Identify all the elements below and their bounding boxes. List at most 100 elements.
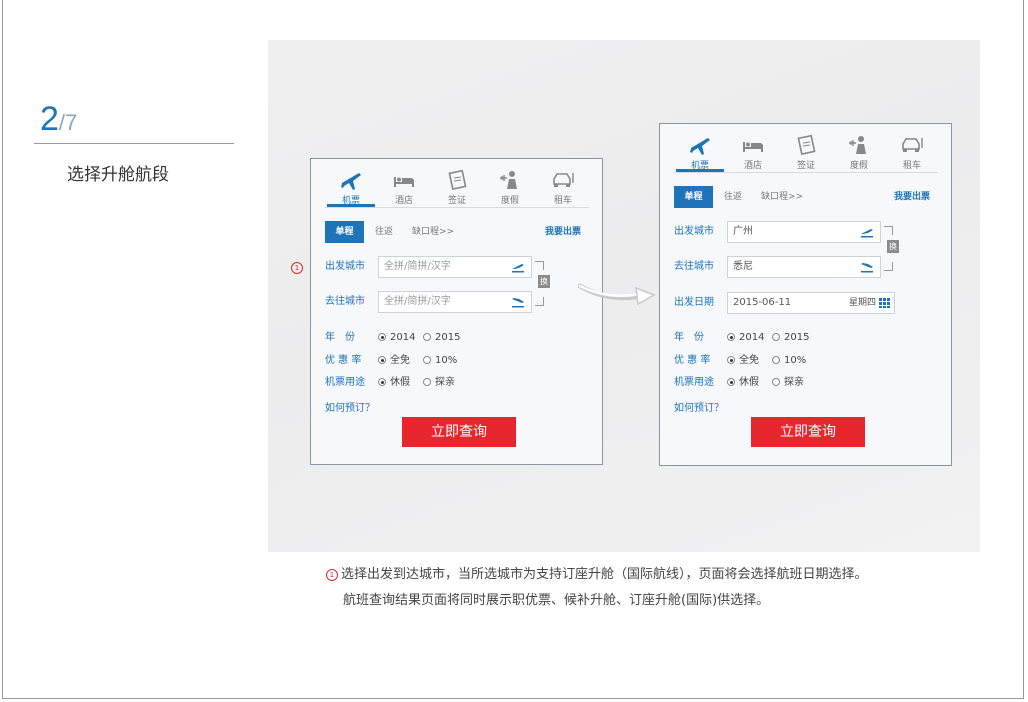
option-text: 全免 — [739, 355, 759, 366]
how-to-book-link[interactable]: 如何预订？ — [674, 399, 724, 414]
arrive-city-input[interactable]: 悉尼 — [727, 256, 881, 278]
how-to-book-link[interactable]: 如何预订？ — [325, 399, 375, 414]
swap-line-top — [884, 226, 893, 235]
radio-checked[interactable] — [727, 356, 735, 364]
year-option-2015[interactable]: 2015 — [423, 328, 460, 348]
tab-vacation[interactable]: 度假 — [484, 165, 536, 207]
year-row: 年 份 2014 2015 — [674, 328, 938, 348]
depart-date-input[interactable]: 2015-06-11 星期四 — [727, 292, 895, 314]
landing-icon — [861, 263, 873, 273]
option-text: 探亲 — [784, 377, 804, 388]
purpose-option-vacation[interactable]: 休假 — [727, 373, 759, 393]
purpose-row: 机票用途 休假 探亲 — [325, 373, 589, 393]
option-text: 休假 — [390, 377, 410, 388]
tab-label: 租车 — [902, 161, 921, 171]
depart-city-value: 广州 — [733, 226, 753, 237]
depart-city-input[interactable]: 广州 — [727, 221, 881, 243]
purpose-option-vacation[interactable]: 休假 — [378, 373, 410, 393]
car-icon — [553, 173, 574, 187]
radio-checked[interactable] — [378, 378, 386, 386]
tab-label: 度假 — [849, 161, 868, 171]
issue-ticket-link[interactable]: 我要出票 — [894, 186, 930, 208]
discount-row: 优 惠 率 全免 10% — [325, 351, 589, 371]
year-option-2014[interactable]: 2014 — [727, 328, 764, 348]
search-button[interactable]: 立即查询 — [402, 417, 516, 447]
swap-line-top — [535, 261, 544, 270]
step-title: 选择升舱航段 — [67, 165, 169, 185]
radio-checked[interactable] — [727, 333, 735, 341]
radio-unchecked[interactable] — [423, 333, 431, 341]
tab-flight[interactable]: 机票 — [325, 165, 377, 207]
visa-icon — [448, 169, 467, 191]
swap-button[interactable]: 换 — [887, 240, 899, 253]
calendar-icon[interactable] — [879, 298, 890, 308]
radio-unchecked[interactable] — [772, 333, 780, 341]
radio-checked[interactable] — [727, 378, 735, 386]
depart-city-input[interactable]: 全拼/简拼/汉字 — [378, 256, 532, 278]
option-text: 2014 — [739, 332, 765, 343]
purpose-option-family[interactable]: 探亲 — [772, 373, 804, 393]
trip-oneway[interactable]: 单程 — [325, 221, 364, 243]
vacation-icon — [849, 136, 866, 154]
bed-icon — [394, 177, 414, 187]
depart-placeholder: 全拼/简拼/汉字 — [384, 261, 451, 272]
arrive-city-input[interactable]: 全拼/简拼/汉字 — [378, 291, 532, 313]
tab-car[interactable]: 租车 — [537, 165, 589, 207]
radio-unchecked[interactable] — [772, 356, 780, 364]
trip-roundtrip[interactable]: 往返 — [375, 221, 393, 243]
vacation-icon — [500, 171, 517, 189]
date-label: 出发日期 — [674, 297, 714, 308]
tab-label: 机票 — [341, 196, 360, 206]
caption-line-1: 1 选择出发到达城市，当所选城市为支持订座升舱（国际航线），页面将会选择航班日期选… — [326, 562, 868, 588]
radio-unchecked[interactable] — [423, 356, 431, 364]
tab-visa[interactable]: 签证 — [780, 130, 832, 172]
swap-button[interactable]: 换 — [538, 275, 550, 288]
search-button[interactable]: 立即查询 — [751, 417, 865, 447]
radio-unchecked[interactable] — [772, 378, 780, 386]
issue-ticket-link[interactable]: 我要出票 — [545, 221, 581, 243]
year-label: 年 份 — [674, 332, 704, 343]
purpose-option-family[interactable]: 探亲 — [423, 373, 455, 393]
tab-label: 签证 — [796, 161, 815, 171]
trip-oneway[interactable]: 单程 — [674, 186, 713, 208]
tab-hotel[interactable]: 酒店 — [727, 130, 779, 172]
tab-label: 机票 — [690, 161, 709, 171]
tab-car[interactable]: 租车 — [886, 130, 938, 172]
discount-option-10[interactable]: 10% — [772, 351, 806, 371]
year-option-2015[interactable]: 2015 — [772, 328, 809, 348]
booking-panel-filled: 机票 酒店 签证 度假 租车 单程 往返 缺口程>> 我要出票 出发城市 广州 — [659, 123, 952, 466]
swap-cities[interactable]: 换 — [535, 259, 550, 309]
option-text: 10% — [784, 355, 807, 366]
trip-multicity[interactable]: 缺口程>> — [761, 186, 803, 208]
trip-roundtrip[interactable]: 往返 — [724, 186, 742, 208]
option-text: 2014 — [390, 332, 416, 343]
year-option-2014[interactable]: 2014 — [378, 328, 415, 348]
purpose-label: 机票用途 — [674, 377, 714, 388]
option-text: 2015 — [435, 332, 461, 343]
tab-visa[interactable]: 签证 — [431, 165, 483, 207]
arrive-row: 去往城市 悉尼 — [674, 256, 938, 278]
tab-vacation[interactable]: 度假 — [833, 130, 885, 172]
bed-icon — [743, 142, 763, 152]
radio-checked[interactable] — [378, 356, 386, 364]
date-row: 出发日期 2015-06-11 星期四 — [674, 292, 938, 314]
product-tabs: 机票 酒店 签证 度假 租车 — [325, 165, 589, 208]
tab-label: 酒店 — [743, 161, 762, 171]
discount-option-free[interactable]: 全免 — [727, 351, 759, 371]
caption-line-2: 航班查询结果页面将同时展示职优票、候补升舱、订座升舱(国际)供选择。 — [343, 593, 770, 608]
trip-multicity[interactable]: 缺口程>> — [412, 221, 454, 243]
landing-icon — [512, 298, 524, 308]
discount-option-free[interactable]: 全免 — [378, 351, 410, 371]
year-label: 年 份 — [325, 332, 355, 343]
tab-label: 签证 — [447, 196, 466, 206]
arrive-label: 去往城市 — [325, 296, 365, 307]
takeoff-icon — [512, 264, 524, 273]
swap-cities[interactable]: 换 — [884, 224, 899, 274]
radio-checked[interactable] — [378, 333, 386, 341]
tab-hotel[interactable]: 酒店 — [378, 165, 430, 207]
discount-option-10[interactable]: 10% — [423, 351, 457, 371]
caption: 1 选择出发到达城市，当所选城市为支持订座升舱（国际航线），页面将会选择航班日期选… — [326, 562, 868, 614]
tab-label: 租车 — [553, 196, 572, 206]
tab-flight[interactable]: 机票 — [674, 130, 726, 172]
radio-unchecked[interactable] — [423, 378, 431, 386]
